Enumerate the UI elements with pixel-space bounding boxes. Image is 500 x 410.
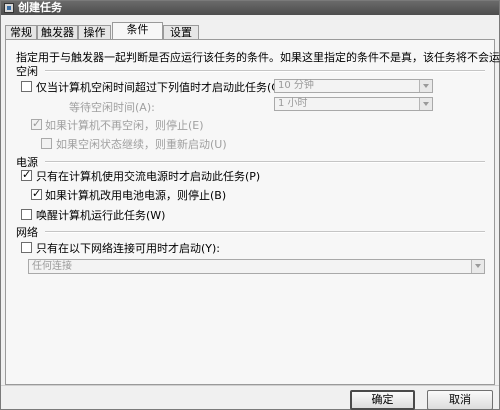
restart-if-idle-label[interactable]: 如果空闲状态继续，则重新启动(U) [56,136,227,152]
chevron-down-icon[interactable] [419,80,432,92]
tab-label: 常规 [10,26,32,39]
wait-duration-value: 1 小时 [278,98,308,109]
wait-duration-select[interactable]: 1 小时 [274,97,433,111]
title-bar: 创建任务 [1,1,499,15]
tab-label: 操作 [83,26,106,39]
ac-power-only-checkbox[interactable] [21,168,32,181]
network-section-label: 网络 [16,226,38,239]
network-connection-value: 任何连接 [32,261,72,272]
tab-label: 条件 [126,23,149,36]
idle-section-label: 空闲 [16,65,38,78]
network-condition-label[interactable]: 只有在以下网络连接可用时才启动(Y): [36,240,220,256]
start-only-if-idle-label[interactable]: 仅当计算机空闲时间超过下列值时才启动此任务(C): [36,79,287,95]
network-condition-checkbox[interactable] [21,242,32,253]
tab-actions[interactable]: 操作 [78,25,111,39]
start-only-if-idle-checkbox[interactable] [21,81,32,92]
wake-to-run-checkbox[interactable] [21,209,32,220]
idle-divider [45,70,485,72]
create-task-dialog: 创建任务 常规 触发器 操作 条件 设置 指定用于与触发器一起判断是否应运行该任… [0,0,500,410]
tab-general[interactable]: 常规 [5,25,37,39]
tab-label: 触发器 [41,26,74,39]
chevron-down-icon[interactable] [419,98,432,110]
window-title: 创建任务 [18,1,62,14]
power-divider [45,161,485,163]
idle-duration-value: 10 分钟 [278,80,314,91]
tab-conditions[interactable]: 条件 [112,22,163,39]
tab-triggers[interactable]: 触发器 [37,25,78,39]
ac-power-only-label[interactable]: 只有在计算机使用交流电源时才启动此任务(P) [36,168,260,184]
conditions-description: 指定用于与触发器一起判断是否应运行该任务的条件。如果这里指定的条件不是真，该任务… [16,51,500,64]
stop-on-battery-label[interactable]: 如果计算机改用电池电源，则停止(B) [45,187,226,203]
footer-divider [1,385,499,386]
tab-settings[interactable]: 设置 [163,25,199,39]
wake-to-run-label[interactable]: 唤醒计算机运行此任务(W) [36,207,165,223]
idle-duration-select[interactable]: 10 分钟 [274,79,433,93]
network-connection-select[interactable]: 任何连接 [28,259,485,274]
stop-if-not-idle-checkbox[interactable] [31,117,42,130]
task-scheduler-icon [4,3,14,13]
cancel-button[interactable]: 取消 [427,390,493,410]
tab-label: 设置 [170,26,192,39]
network-divider [45,231,485,233]
restart-if-idle-checkbox[interactable] [41,138,52,149]
chevron-down-icon[interactable] [471,260,484,273]
ok-button[interactable]: 确定 [350,390,415,410]
stop-on-battery-checkbox[interactable] [31,187,42,200]
wait-idle-label: 等待空闲时间(A): [69,101,155,114]
stop-if-not-idle-label[interactable]: 如果计算机不再空闲，则停止(E) [45,117,204,133]
